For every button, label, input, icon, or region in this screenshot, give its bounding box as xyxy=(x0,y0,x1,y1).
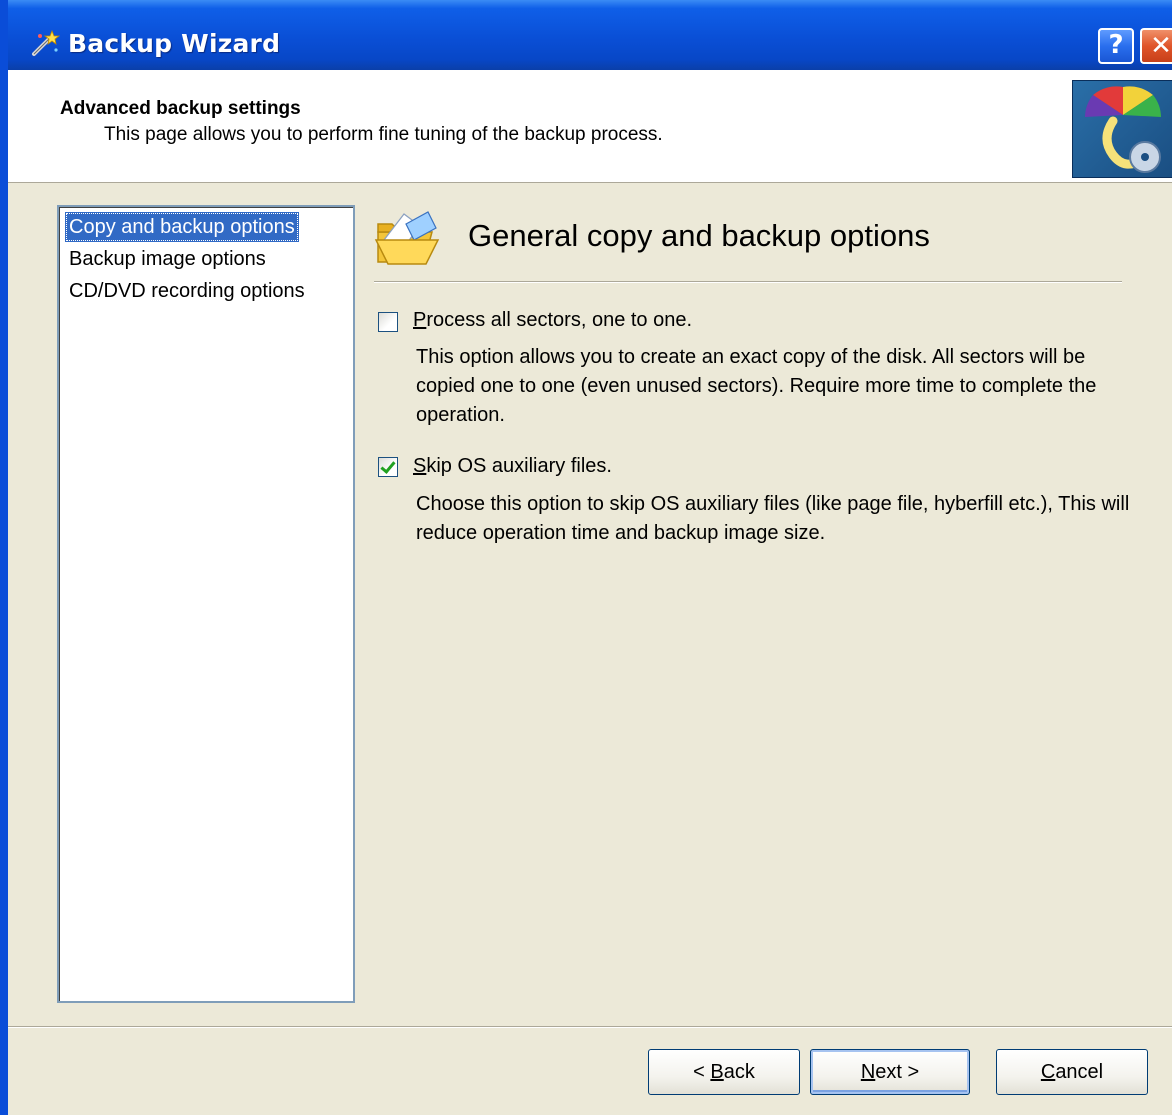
title-bar[interactable]: Backup Wizard ? ✕ xyxy=(8,0,1172,70)
cancel-mnemonic: C xyxy=(1040,1061,1056,1083)
mnemonic-p: P xyxy=(413,309,427,331)
sidebar-item-copy-and-backup-options[interactable]: Copy and backup options xyxy=(65,212,299,242)
skip-os-auxiliary-files-description: Choose this option to skip OS auxiliary … xyxy=(416,493,1130,544)
skip-os-auxiliary-files-checkbox[interactable] xyxy=(378,457,398,477)
skip-os-auxiliary-files-label[interactable]: Skip OS auxiliary files. xyxy=(413,455,612,478)
back-mnemonic: B xyxy=(710,1061,724,1083)
next-rest: ext > xyxy=(875,1061,920,1083)
page-subtitle: This page allows you to perform fine tun… xyxy=(104,124,663,145)
next-button[interactable]: Next > xyxy=(810,1049,970,1095)
sidebar-item-backup-image-options[interactable]: Backup image options xyxy=(65,244,270,274)
process-all-sectors-checkbox[interactable] xyxy=(378,312,398,332)
panel-title: General copy and backup options xyxy=(468,218,930,253)
wizard-wand-icon xyxy=(32,29,60,56)
footer-divider xyxy=(8,1026,1172,1028)
back-rest: ack xyxy=(723,1061,755,1083)
product-logo-icon xyxy=(1072,80,1172,178)
cancel-button[interactable]: Cancel xyxy=(996,1049,1148,1095)
label-rest: rocess all sectors, one to one. xyxy=(426,309,693,331)
options-category-list[interactable]: Copy and backup options Backup image opt… xyxy=(57,205,355,1003)
label-rest: kip OS auxiliary files. xyxy=(426,455,612,477)
back-button[interactable]: < Back xyxy=(648,1049,800,1095)
process-all-sectors-description: This option allows you to create an exac… xyxy=(416,346,1097,426)
next-mnemonic: N xyxy=(860,1061,876,1083)
cancel-rest: ancel xyxy=(1055,1061,1104,1083)
folder-options-icon xyxy=(374,211,440,265)
process-all-sectors-label[interactable]: Process all sectors, one to one. xyxy=(413,309,692,332)
back-prefix: < xyxy=(693,1061,711,1083)
backup-wizard-window: Backup Wizard ? ✕ Advanced backup settin… xyxy=(0,0,1172,1115)
wizard-header: Advanced backup settings This page allow… xyxy=(8,70,1172,183)
panel-divider xyxy=(374,281,1122,283)
close-button[interactable]: ✕ xyxy=(1140,28,1172,64)
mnemonic-s: S xyxy=(413,455,427,477)
page-title: Advanced backup settings xyxy=(60,98,301,119)
help-button[interactable]: ? xyxy=(1098,28,1134,64)
sidebar-item-cd-dvd-recording-options[interactable]: CD/DVD recording options xyxy=(65,276,309,306)
window-title: Backup Wizard xyxy=(68,29,281,58)
